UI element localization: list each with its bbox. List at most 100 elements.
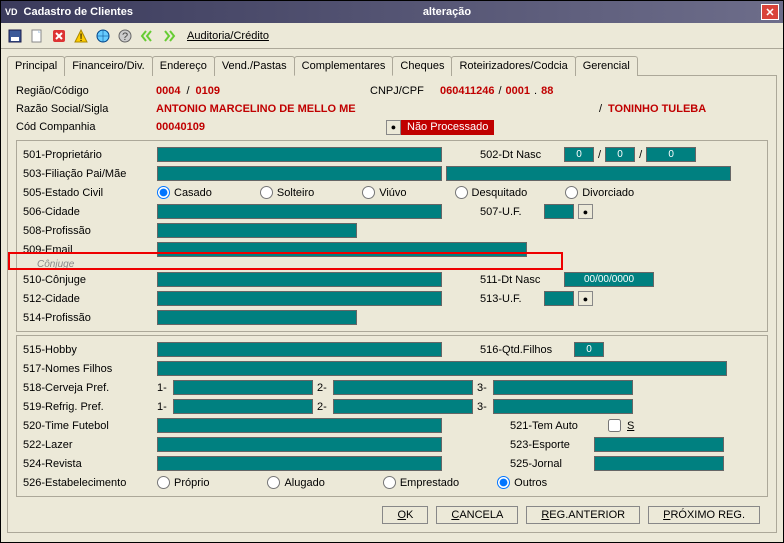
- val-cnpj2: 0001: [506, 85, 530, 97]
- lbl-507: 507-U.F.: [480, 206, 540, 218]
- window-title: Cadastro de Clientes: [24, 6, 133, 18]
- radio-desquitado[interactable]: Desquitado: [455, 186, 528, 199]
- toolbar-globe-icon[interactable]: [93, 26, 113, 46]
- input-502-y[interactable]: 0: [646, 147, 696, 162]
- input-510[interactable]: [157, 272, 442, 287]
- radio-outros[interactable]: Outros: [497, 476, 547, 489]
- cancela-button[interactable]: CANCELA: [436, 506, 518, 524]
- input-518-3[interactable]: [493, 380, 633, 395]
- radio-viuvo[interactable]: Viúvo: [362, 186, 406, 199]
- tab-strip: Principal Financeiro/Div. Endereço Vend.…: [7, 55, 777, 76]
- content: Principal Financeiro/Div. Endereço Vend.…: [1, 49, 783, 539]
- radio-emprestado[interactable]: Emprestado: [383, 476, 459, 489]
- proximo-reg-button[interactable]: PRÓXIMO REG.: [648, 506, 760, 524]
- lbl-525: 525-Jornal: [510, 458, 590, 470]
- tab-cheques[interactable]: Cheques: [392, 56, 452, 76]
- radio-alugado[interactable]: Alugado: [267, 476, 324, 489]
- titlebar: VD Cadastro de Clientes alteração ✕: [1, 1, 783, 23]
- lbl-517: 517-Nomes Filhos: [23, 363, 153, 375]
- input-501[interactable]: [157, 147, 442, 162]
- sep: /: [186, 85, 189, 97]
- lbl-509: 509-Email: [23, 244, 153, 256]
- status-badge: Não Processado: [401, 120, 494, 135]
- input-513[interactable]: [544, 291, 574, 306]
- window: VD Cadastro de Clientes alteração ✕ ! ? …: [0, 0, 784, 543]
- tab-gerencial[interactable]: Gerencial: [575, 56, 638, 76]
- input-503a[interactable]: [157, 166, 442, 181]
- toolbar-warning-icon[interactable]: !: [71, 26, 91, 46]
- lbl-506: 506-Cidade: [23, 206, 153, 218]
- sep-razao: /: [599, 103, 602, 115]
- check-521[interactable]: S: [604, 416, 634, 435]
- input-525[interactable]: [594, 456, 724, 471]
- input-507[interactable]: [544, 204, 574, 219]
- toolbar: ! ? Auditoria/Crédito: [1, 23, 783, 49]
- input-519-3[interactable]: [493, 399, 633, 414]
- panel-complementares: Região/Código 0004 / 0109 CNPJ/CPF 06041…: [7, 76, 777, 533]
- lbl-505: 505-Estado Civil: [23, 187, 153, 199]
- input-502-m[interactable]: 0: [605, 147, 635, 162]
- val-cnpj3: 88: [541, 85, 553, 97]
- input-514[interactable]: [157, 310, 357, 325]
- ok-button[interactable]: OK: [382, 506, 428, 524]
- tab-endereco[interactable]: Endereço: [152, 56, 215, 76]
- radio-divorciado[interactable]: Divorciado: [565, 186, 634, 199]
- radio-solteiro[interactable]: Solteiro: [260, 186, 314, 199]
- lbl-518: 518-Cerveja Pref.: [23, 382, 153, 394]
- input-518-1[interactable]: [173, 380, 313, 395]
- lbl-conjuge: Cônjuge: [23, 259, 761, 270]
- tab-principal[interactable]: Principal: [7, 56, 65, 76]
- input-520[interactable]: [157, 418, 442, 433]
- tab-complementares[interactable]: Complementares: [294, 56, 394, 76]
- toolbar-auditoria-link[interactable]: Auditoria/Crédito: [187, 30, 269, 42]
- window-subtitle: alteração: [133, 6, 761, 18]
- lbl-501: 501-Proprietário: [23, 149, 153, 161]
- lbl-513: 513-U.F.: [480, 293, 540, 305]
- input-519-1[interactable]: [173, 399, 313, 414]
- input-511[interactable]: 00/00/0000: [564, 272, 654, 287]
- lookup-513-icon[interactable]: ●: [578, 291, 593, 306]
- radio-casado[interactable]: Casado: [157, 186, 212, 199]
- input-522[interactable]: [157, 437, 442, 452]
- val-razao: ANTONIO MARCELINO DE MELLO ME: [156, 103, 356, 115]
- lookup-507-icon[interactable]: ●: [578, 204, 593, 219]
- input-506[interactable]: [157, 204, 442, 219]
- dot-cnpj: .: [534, 85, 537, 97]
- section-proprietario: 501-Proprietário 502-Dt Nasc 0 / 0 / 0 5…: [16, 140, 768, 332]
- radio-proprio[interactable]: Próprio: [157, 476, 209, 489]
- lbl-cnpj: CNPJ/CPF: [370, 85, 440, 97]
- toolbar-next-icon[interactable]: [159, 26, 179, 46]
- input-508[interactable]: [157, 223, 357, 238]
- toolbar-doc-icon[interactable]: [27, 26, 47, 46]
- tab-financeiro[interactable]: Financeiro/Div.: [64, 56, 153, 76]
- lookup-codcomp-icon[interactable]: ●: [386, 120, 401, 135]
- toolbar-save-icon[interactable]: [5, 26, 25, 46]
- lbl-512: 512-Cidade: [23, 293, 153, 305]
- lbl-515: 515-Hobby: [23, 344, 153, 356]
- input-502-d[interactable]: 0: [564, 147, 594, 162]
- lbl-516: 516-Qtd.Filhos: [480, 344, 570, 356]
- svg-text:?: ?: [122, 31, 128, 43]
- input-516[interactable]: 0: [574, 342, 604, 357]
- input-503b[interactable]: [446, 166, 731, 181]
- reg-anterior-button[interactable]: REG.ANTERIOR: [526, 506, 640, 524]
- svg-text:!: !: [79, 32, 82, 43]
- input-519-2[interactable]: [333, 399, 473, 414]
- input-518-2[interactable]: [333, 380, 473, 395]
- val-regiao1: 0004: [156, 85, 180, 97]
- input-509[interactable]: [157, 242, 527, 257]
- input-524[interactable]: [157, 456, 442, 471]
- close-icon[interactable]: ✕: [761, 4, 779, 20]
- lbl-codcomp: Cód Companhia: [16, 121, 156, 133]
- lbl-518-2: 2-: [317, 382, 329, 394]
- input-517[interactable]: [157, 361, 727, 376]
- toolbar-help-icon[interactable]: ?: [115, 26, 135, 46]
- toolbar-prev-icon[interactable]: [137, 26, 157, 46]
- lbl-514: 514-Profissão: [23, 312, 153, 324]
- input-512[interactable]: [157, 291, 442, 306]
- tab-vend-pastas[interactable]: Vend./Pastas: [214, 56, 295, 76]
- input-523[interactable]: [594, 437, 724, 452]
- input-515[interactable]: [157, 342, 442, 357]
- toolbar-delete-icon[interactable]: [49, 26, 69, 46]
- tab-roteirizadores[interactable]: Roteirizadores/Codcia: [451, 56, 575, 76]
